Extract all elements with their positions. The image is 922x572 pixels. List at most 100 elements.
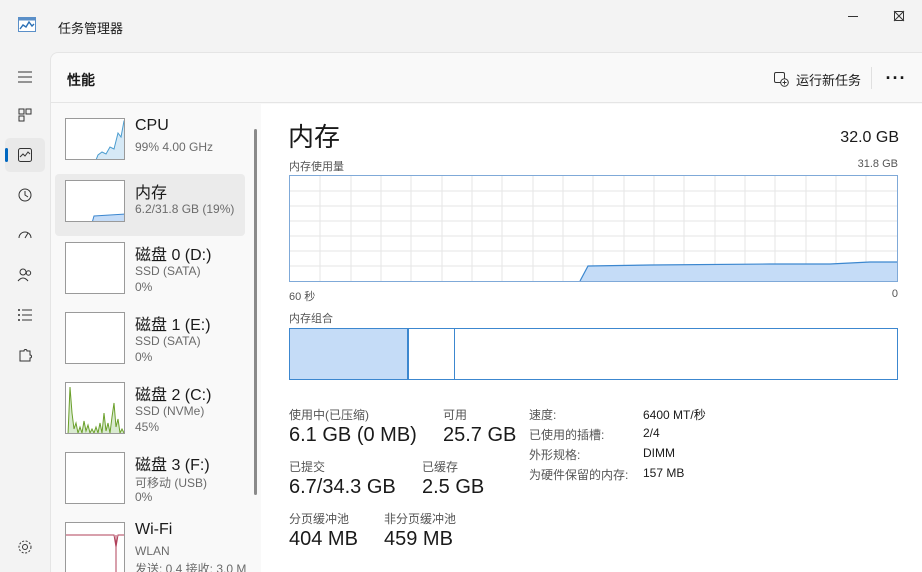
spec-speed-value: 6400 MT/秒	[643, 408, 706, 422]
run-new-task-label: 运行新任务	[796, 72, 862, 88]
history-icon	[18, 188, 32, 202]
run-new-task-button[interactable]: 运行新任务	[773, 68, 861, 90]
processes-icon	[18, 108, 32, 122]
total-memory: 32.0 GB	[840, 129, 899, 146]
nav-rail	[0, 52, 50, 572]
cpu-sparkline	[95, 120, 124, 159]
device-detail: 99% 4.00 GHz	[135, 140, 214, 154]
device-usage: 45%	[135, 420, 160, 434]
nonpaged-pool-value: 459 MB	[384, 528, 453, 550]
device-item-wifi[interactable]: Wi-Fi WLAN 发送: 0.4 接收: 3.0 M	[55, 516, 247, 572]
device-name: 磁盘 1 (E:)	[135, 317, 211, 334]
in-use-label: 使用中(已压缩)	[289, 408, 369, 422]
page-title: 性能	[67, 72, 95, 88]
device-name: 磁盘 0 (D:)	[135, 247, 212, 264]
memory-usage-graph	[289, 175, 898, 282]
device-detail: SSD (NVMe)	[135, 404, 205, 418]
users-icon	[17, 268, 32, 282]
nav-app-history[interactable]	[5, 178, 45, 212]
spec-form-factor-value: DIMM	[643, 446, 675, 460]
header-divider	[871, 67, 872, 89]
device-usage: 0%	[135, 490, 153, 504]
more-options-button[interactable]: ···	[883, 65, 909, 91]
device-name: Wi-Fi	[135, 521, 173, 538]
nonpaged-pool-label: 非分页缓冲池	[384, 512, 457, 526]
device-item-disk-1[interactable]: 磁盘 1 (E:) SSD (SATA) 0%	[55, 306, 245, 368]
cpu-thumbnail	[65, 118, 125, 160]
page-header: 性能 运行新任务 ···	[51, 53, 922, 103]
device-item-disk-3[interactable]: 磁盘 3 (F:) 可移动 (USB) 0%	[55, 446, 245, 508]
composition-in-use	[290, 329, 408, 379]
nav-details[interactable]	[5, 298, 45, 332]
available-label: 可用	[443, 408, 468, 422]
spec-form-factor-label: 外形规格:	[529, 448, 581, 462]
device-detail: SSD (SATA)	[135, 264, 201, 278]
nav-users[interactable]	[5, 258, 45, 292]
paged-pool-value: 404 MB	[289, 528, 358, 550]
device-item-cpu[interactable]: CPU 99% 4.00 GHz	[55, 112, 245, 174]
device-detail: SSD (SATA)	[135, 334, 201, 348]
memory-usage-chart	[290, 176, 897, 282]
hamburger-menu-button[interactable]	[5, 60, 45, 94]
wifi-thumbnail	[65, 522, 125, 572]
memory-composition-bar	[289, 328, 898, 380]
nav-performance[interactable]	[5, 138, 45, 172]
in-use-value: 6.1 GB (0 MB)	[289, 424, 417, 446]
device-list-scrollbar[interactable]	[254, 129, 257, 495]
run-task-icon	[774, 72, 789, 87]
device-name: CPU	[135, 117, 169, 134]
axis-start-label: 60 秒	[289, 291, 316, 303]
wifi-sparkline	[66, 534, 124, 572]
nav-settings[interactable]	[5, 530, 45, 564]
window-title: 任务管理器	[58, 21, 124, 36]
hamburger-icon	[18, 71, 32, 83]
memory-detail-pane: 内存 32.0 GB 内存使用量 31.8 GB 60 秒 0 内存组合 使用中…	[261, 104, 922, 572]
device-item-memory[interactable]: 内存 6.2/31.8 GB (19%)	[55, 174, 245, 236]
device-throughput: 发送: 0.4 接收: 3.0 M	[135, 562, 247, 572]
task-manager-app-icon	[18, 17, 36, 32]
memory-thumbnail	[65, 180, 125, 222]
more-icon: ···	[885, 67, 907, 88]
device-item-disk-0[interactable]: 磁盘 0 (D:) SSD (SATA) 0%	[55, 236, 245, 298]
spec-slots-value: 2/4	[643, 426, 660, 440]
device-name: 内存	[135, 185, 168, 202]
committed-label: 已提交	[289, 460, 326, 474]
minimize-button[interactable]	[830, 0, 876, 32]
services-puzzle-icon	[19, 349, 32, 362]
paged-pool-label: 分页缓冲池	[289, 512, 350, 526]
device-item-disk-2[interactable]: 磁盘 2 (C:) SSD (NVMe) 45%	[55, 376, 245, 438]
cached-value: 2.5 GB	[422, 476, 485, 498]
disk0-thumbnail	[65, 242, 125, 294]
title-bar: 任务管理器	[0, 0, 922, 52]
close-button[interactable]	[876, 0, 922, 32]
spec-reserved-label: 为硬件保留的内存:	[529, 468, 629, 482]
axis-end-label: 0	[891, 288, 898, 300]
performance-icon	[18, 148, 32, 162]
device-name: 磁盘 3 (F:)	[135, 457, 210, 474]
spec-slots-label: 已使用的插槽:	[529, 428, 605, 442]
composition-label: 内存组合	[289, 313, 333, 325]
usage-graph-label: 内存使用量	[289, 161, 344, 173]
details-list-icon	[18, 309, 32, 321]
settings-gear-icon	[18, 540, 32, 554]
memory-sparkline	[92, 213, 124, 221]
nav-startup[interactable]	[5, 218, 45, 252]
device-detail: WLAN	[135, 544, 170, 558]
device-detail: 6.2/31.8 GB (19%)	[135, 202, 235, 216]
nav-services[interactable]	[5, 338, 45, 372]
spec-reserved-value: 157 MB	[643, 466, 685, 480]
disk1-thumbnail	[65, 312, 125, 364]
device-detail: 可移动 (USB)	[135, 476, 208, 490]
nav-processes[interactable]	[5, 98, 45, 132]
detail-title: 内存	[288, 122, 341, 152]
disk2-sparkline	[67, 386, 124, 433]
main-panel: 性能 运行新任务 ··· CPU 99% 4.00 GHz 内存 6.2/31.…	[50, 52, 922, 572]
spec-speed-label: 速度:	[529, 408, 557, 422]
startup-gauge-icon	[18, 231, 32, 239]
minimize-icon	[848, 16, 858, 17]
disk2-thumbnail	[65, 382, 125, 434]
disk3-thumbnail	[65, 452, 125, 504]
committed-value: 6.7/34.3 GB	[289, 476, 396, 498]
usage-graph-max: 31.8 GB	[857, 158, 898, 170]
close-icon	[893, 10, 905, 22]
